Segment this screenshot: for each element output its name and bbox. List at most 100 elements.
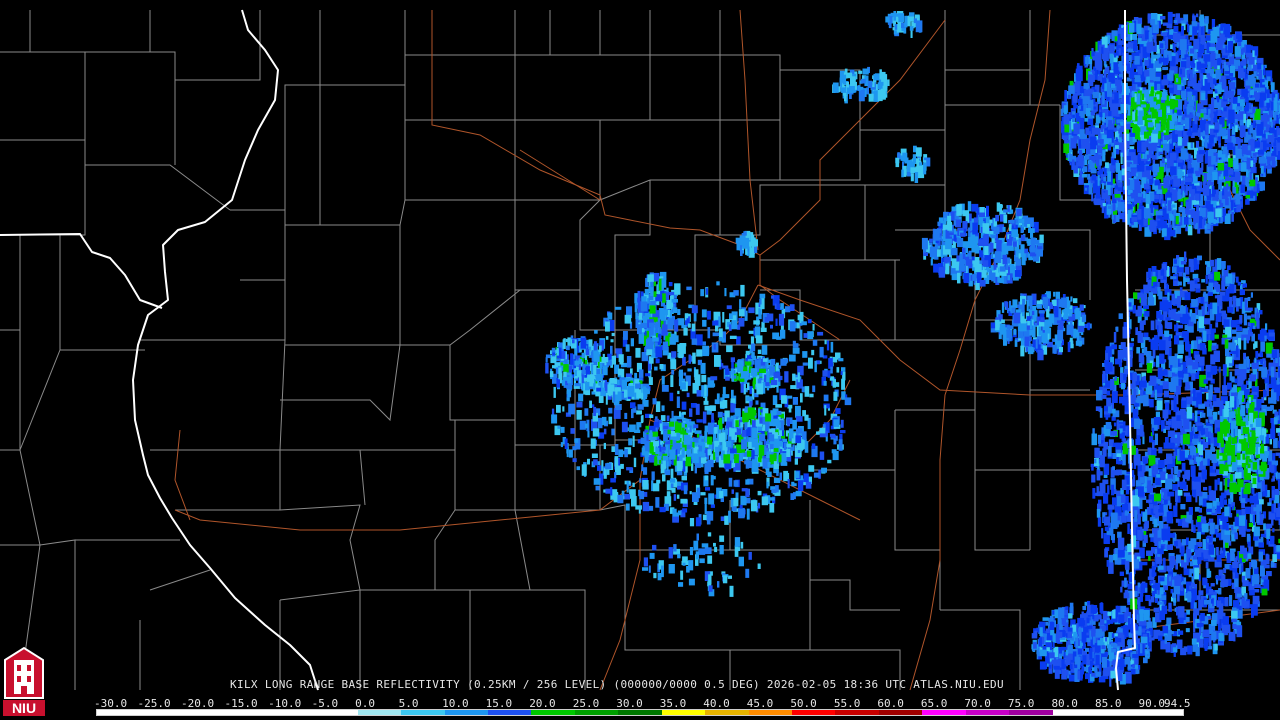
echo-pixel xyxy=(1131,338,1134,342)
echo-pixel xyxy=(1228,109,1235,121)
echo-pixel xyxy=(1172,189,1178,201)
echo-pixel xyxy=(1210,120,1214,125)
echo-pixel xyxy=(1178,207,1185,213)
echo-pixel xyxy=(1223,130,1228,135)
echo-pixel xyxy=(1177,171,1184,176)
echo-pixel xyxy=(1081,174,1087,178)
echo-pixel xyxy=(1258,156,1265,164)
echo-pixel xyxy=(1161,157,1165,164)
echo-pixel xyxy=(1260,79,1265,83)
echo-pixel xyxy=(1160,43,1164,49)
echo-pixel xyxy=(1234,46,1241,57)
echo-pixel xyxy=(1100,125,1104,133)
echo-pixel xyxy=(1114,194,1121,198)
echo-pixel xyxy=(1170,166,1177,176)
echo-pixel xyxy=(1191,132,1199,136)
echo-pixel xyxy=(1252,50,1255,57)
echo-pixel xyxy=(1166,180,1169,188)
echo-pixel xyxy=(1217,96,1220,103)
echo-pixel xyxy=(1169,138,1172,144)
echo-pixel xyxy=(1209,135,1215,144)
echo-pixel xyxy=(1276,114,1279,124)
echo-pixel xyxy=(1063,114,1070,126)
echo-pixel xyxy=(1079,139,1082,149)
echo-pixel xyxy=(1067,94,1071,100)
echo-pixel xyxy=(1248,56,1255,65)
echo-pixel xyxy=(1200,68,1206,74)
echo-pixel xyxy=(1084,187,1088,191)
echo-pixel xyxy=(1113,52,1117,58)
echo-pixel xyxy=(1191,21,1198,27)
echo-pixel xyxy=(1118,142,1125,150)
echo-pixel xyxy=(1102,203,1106,207)
echo-pixel xyxy=(1179,68,1183,75)
echo-pixel xyxy=(1144,114,1152,119)
echo-pixel xyxy=(1210,149,1218,153)
echo-pixel xyxy=(1078,98,1083,106)
echo-pixel xyxy=(1229,177,1236,181)
echo-pixel xyxy=(1184,177,1192,182)
echo-pixel xyxy=(1151,51,1154,64)
echo-pixel xyxy=(1149,399,1154,408)
echo-pixel xyxy=(1105,162,1109,169)
echo-pixel xyxy=(1214,85,1220,90)
echo-pixel xyxy=(1220,216,1223,222)
echo-pixel xyxy=(1144,183,1150,190)
echo-pixel xyxy=(1211,155,1216,165)
echo-pixel xyxy=(1132,126,1140,133)
echo-pixel xyxy=(1232,137,1236,144)
echo-pixel xyxy=(1204,16,1209,24)
echo-pixel xyxy=(1077,155,1082,160)
echo-pixel xyxy=(1145,89,1150,102)
echo-pixel xyxy=(1213,129,1219,133)
echo-pixel xyxy=(1134,185,1138,195)
echo-pixel xyxy=(1260,115,1266,122)
echo-pixel xyxy=(1113,62,1118,72)
echo-pixel xyxy=(1183,14,1189,22)
echo-pixel xyxy=(1134,55,1140,65)
echo-pixel xyxy=(1147,104,1150,108)
echo-pixel xyxy=(1153,221,1158,227)
echo-pixel xyxy=(1249,179,1256,187)
echo-pixel xyxy=(1193,95,1196,101)
echo-pixel xyxy=(1101,528,1104,539)
echo-pixel xyxy=(1137,81,1142,87)
echo-pixel xyxy=(1190,142,1193,149)
echo-pixel xyxy=(1141,141,1146,152)
echo-pixel xyxy=(1174,109,1178,113)
echo-pixel xyxy=(1243,113,1246,124)
echo-pixel xyxy=(1118,182,1122,188)
echo-pixel xyxy=(1161,124,1166,131)
echo-pixel xyxy=(1252,120,1256,128)
echo-pixel xyxy=(1085,141,1089,147)
echo-pixel xyxy=(1184,100,1187,109)
echo-pixel xyxy=(1175,53,1179,65)
echo-pixel xyxy=(1166,95,1169,106)
echo-pixel xyxy=(1165,37,1169,49)
echo-pixel xyxy=(1238,204,1242,212)
echo-pixel xyxy=(1147,122,1154,128)
echo-pixel xyxy=(1241,41,1245,48)
echo-pixel xyxy=(1167,200,1172,211)
echo-pixel xyxy=(1206,223,1211,229)
echo-pixel xyxy=(1171,400,1174,411)
echo-pixel xyxy=(1131,217,1138,222)
echo-pixel xyxy=(1086,55,1089,66)
echo-pixel xyxy=(1077,63,1080,70)
echo-pixel xyxy=(1198,127,1201,137)
echo-pixel xyxy=(1073,165,1078,174)
echo-pixel xyxy=(1190,77,1194,87)
echo-pixel xyxy=(1072,114,1075,118)
echo-pixel xyxy=(1224,71,1230,75)
echo-pixel xyxy=(1063,105,1068,115)
echo-pixel xyxy=(1238,72,1245,79)
echo-pixel xyxy=(1193,211,1199,223)
echo-pixel xyxy=(1186,201,1192,209)
echo-pixel xyxy=(1186,88,1193,92)
echo-pixel xyxy=(1187,226,1193,236)
echo-pixel xyxy=(1198,150,1206,155)
echo-pixel xyxy=(1235,32,1241,39)
echo-pixel xyxy=(1187,23,1190,33)
echo-pixel xyxy=(1240,61,1247,66)
echo-pixel xyxy=(1170,66,1176,71)
